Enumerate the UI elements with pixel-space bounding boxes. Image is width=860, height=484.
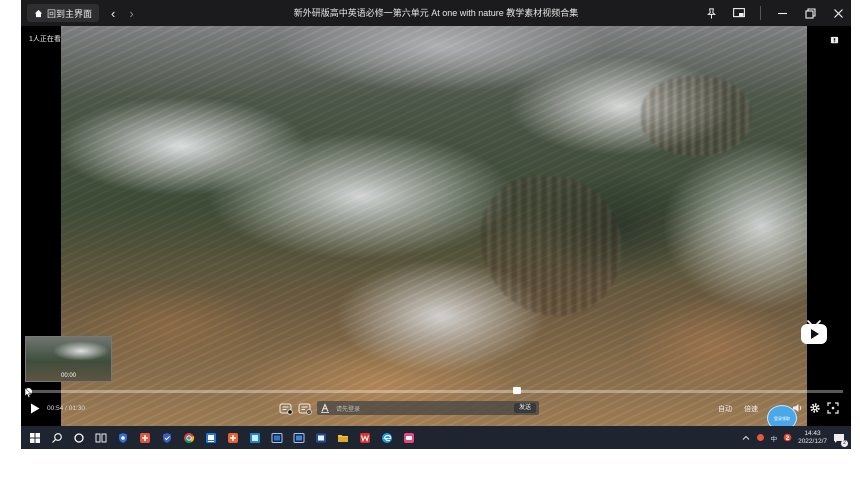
chevron-up-icon[interactable] <box>742 434 750 442</box>
progress-bar[interactable] <box>25 388 843 395</box>
media-app-icon[interactable] <box>205 432 217 444</box>
windows-taskbar: 中 14:43 2022/12/7 2 <box>21 426 851 449</box>
video-frame <box>61 26 807 426</box>
clock-date: 2022/12/7 <box>798 437 827 445</box>
report-icon[interactable] <box>830 36 839 45</box>
settings-gear-icon[interactable] <box>809 402 821 414</box>
play-icon[interactable] <box>30 403 40 414</box>
photo-viewer-icon[interactable] <box>249 432 261 444</box>
window-controls-divider <box>760 6 761 20</box>
danmaku-settings-icon[interactable] <box>298 402 312 415</box>
clock-time: 14:43 <box>804 429 821 437</box>
mouse-cursor-icon <box>24 387 32 398</box>
home-button[interactable]: 回到主界面 <box>27 4 100 22</box>
window-controls <box>704 0 845 26</box>
video-area[interactable] <box>21 26 851 426</box>
forward-button[interactable]: › <box>129 7 133 20</box>
task-view-icon[interactable] <box>95 432 107 444</box>
preview-thumbnail: 00:00 <box>25 336 112 382</box>
player-controls: 00:54 / 01:30 请先登录 发送 自动 倍速 <box>21 398 851 420</box>
whiteboard-app-icon[interactable] <box>293 432 305 444</box>
app-store-icon[interactable] <box>139 432 151 444</box>
back-button[interactable]: ‹ <box>111 7 115 20</box>
viewer-count: 1人正在看 <box>29 36 61 43</box>
restore-icon[interactable] <box>803 6 817 20</box>
current-time: 00:54 <box>47 405 64 412</box>
notification-button[interactable]: 2 <box>833 432 848 447</box>
notification-count: 2 <box>841 439 848 447</box>
media-player-icon[interactable] <box>403 432 415 444</box>
chrome-icon[interactable] <box>183 432 195 444</box>
minimize-icon[interactable] <box>775 6 789 20</box>
close-icon[interactable] <box>831 6 845 20</box>
security-shield-icon[interactable] <box>117 432 129 444</box>
presentation-app-icon[interactable] <box>271 432 283 444</box>
playback-speed-button[interactable]: 倍速 <box>744 404 758 414</box>
pin-icon[interactable] <box>704 6 718 20</box>
player-window: 回到主界面 ‹ › 新外研版高中英语必修一第六单元 At one with na… <box>21 0 851 449</box>
tray-app-icon[interactable] <box>756 433 765 442</box>
title-bar: 回到主界面 ‹ › 新外研版高中英语必修一第六单元 At one with na… <box>21 0 851 26</box>
danmaku-toggle-icon[interactable] <box>279 402 293 415</box>
search-icon[interactable] <box>51 432 63 444</box>
home-button-label: 回到主界面 <box>47 8 93 19</box>
total-time: 01:30 <box>68 405 85 412</box>
auto-quality-button[interactable]: 自动 <box>718 404 732 414</box>
time-display: 00:54 / 01:30 <box>47 405 85 412</box>
taskbar-clock[interactable]: 14:43 2022/12/7 <box>798 430 827 446</box>
danmaku-input[interactable]: 请先登录 发送 <box>317 401 539 415</box>
toolbox-icon[interactable] <box>227 432 239 444</box>
send-button[interactable]: 发送 <box>513 403 536 413</box>
danmaku-placeholder: 请先登录 <box>336 406 361 413</box>
village-cluster <box>641 76 751 156</box>
fullscreen-icon[interactable] <box>827 402 839 414</box>
text-style-icon[interactable] <box>320 403 330 413</box>
mini-player-icon[interactable] <box>732 6 746 20</box>
home-icon <box>34 9 43 17</box>
file-explorer-icon[interactable] <box>337 432 349 444</box>
wps-icon[interactable] <box>359 432 371 444</box>
chapter-marker[interactable] <box>513 387 521 394</box>
shield-app-icon[interactable] <box>161 432 173 444</box>
cortana-icon[interactable] <box>73 432 85 444</box>
class-app-icon[interactable] <box>315 432 327 444</box>
windows-start-icon[interactable] <box>29 432 41 444</box>
ime-indicator[interactable]: 中 <box>771 433 778 443</box>
tv-play-icon[interactable] <box>799 318 829 346</box>
edge-icon[interactable] <box>381 432 393 444</box>
preview-time: 00:00 <box>60 373 76 379</box>
system-tray: 中 14:43 2022/12/7 2 <box>742 426 848 449</box>
sogou-icon[interactable] <box>783 433 792 442</box>
